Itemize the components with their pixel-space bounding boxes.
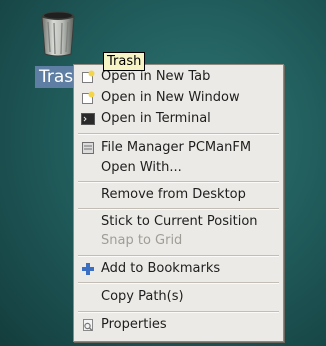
- menu-item-label: Open in New Window: [101, 90, 240, 105]
- menu-separator: [78, 181, 279, 183]
- menu-item-open-with[interactable]: Open With...: [74, 158, 283, 178]
- menu-item-snap-to-grid: Snap to Grid: [74, 231, 283, 251]
- menu-item-stick-position[interactable]: Stick to Current Position: [74, 212, 283, 232]
- menu-item-add-bookmarks[interactable]: Add to Bookmarks: [74, 259, 283, 279]
- menu-item-label: Open in Terminal: [101, 111, 211, 126]
- menu-item-file-manager[interactable]: File Manager PCManFM: [74, 138, 283, 158]
- tooltip: Trash: [103, 52, 146, 71]
- desktop: { "desktop": { "icon": { "name": "trash-…: [0, 0, 326, 346]
- menu-separator: [78, 255, 279, 257]
- menu-item-label: Remove from Desktop: [101, 187, 246, 202]
- new-window-icon: [82, 91, 95, 104]
- menu-item-label: Properties: [101, 317, 167, 332]
- menu-item-label: Stick to Current Position: [101, 214, 258, 229]
- file-manager-icon: [82, 142, 94, 154]
- menu-separator: [78, 208, 279, 210]
- menu-item-copy-path[interactable]: Copy Path(s): [74, 287, 283, 307]
- menu-item-label: Add to Bookmarks: [101, 261, 221, 276]
- menu-item-open-terminal[interactable]: Open in Terminal: [74, 109, 283, 129]
- menu-separator: [78, 133, 279, 135]
- menu-item-label: Copy Path(s): [101, 289, 184, 304]
- menu-item-label: File Manager PCManFM: [101, 140, 252, 155]
- menu-item-properties[interactable]: Properties: [74, 315, 283, 335]
- menu-separator: [78, 282, 279, 284]
- menu-item-remove-from-desktop[interactable]: Remove from Desktop: [74, 185, 283, 205]
- menu-item-label: Open With...: [101, 160, 182, 175]
- menu-item-label: Snap to Grid: [101, 233, 183, 248]
- menu-separator: [78, 311, 279, 313]
- context-menu: Open in New Tab Open in New Window Open …: [73, 64, 284, 342]
- menu-item-open-new-window[interactable]: Open in New Window: [74, 88, 283, 108]
- new-tab-icon: [82, 70, 95, 83]
- properties-icon: [83, 319, 93, 331]
- terminal-icon: [81, 113, 95, 125]
- add-icon: [82, 263, 94, 275]
- trash-icon: [41, 11, 75, 57]
